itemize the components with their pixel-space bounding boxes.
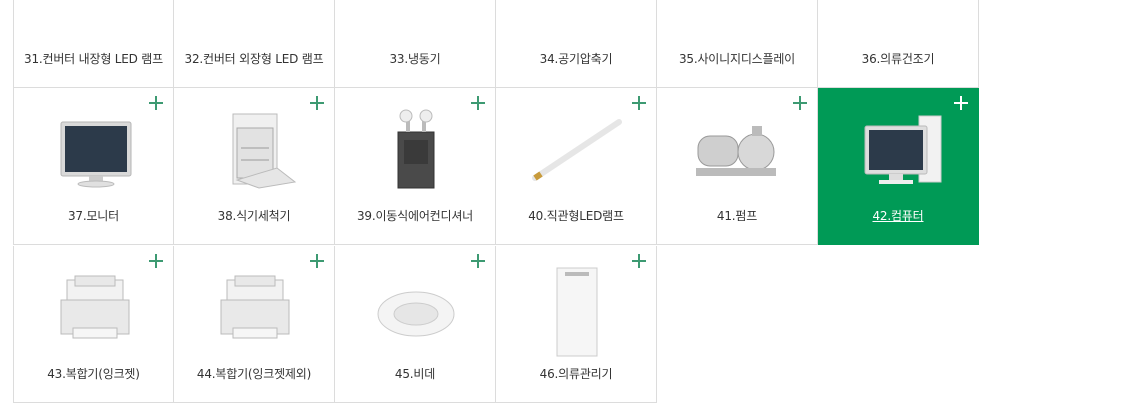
product-label: 39.이동식에어컨디셔너: [356, 209, 474, 223]
plus-icon[interactable]: [471, 96, 485, 110]
product-card-43[interactable]: 43.복합기(잉크젯): [13, 246, 174, 403]
printer-icon: [220, 275, 290, 339]
product-card-33[interactable]: 33.냉동기: [335, 0, 496, 88]
product-label: 46.의류관리기: [539, 367, 613, 381]
product-label: 40.직관형LED램프: [528, 209, 624, 223]
product-card-36[interactable]: 36.의류건조기: [818, 0, 979, 88]
product-card-35[interactable]: 35.사이니지디스플레이: [657, 0, 818, 88]
product-label: 36.의류건조기: [861, 52, 935, 66]
product-card-31[interactable]: 31.컨버터 내장형 LED 램프: [13, 0, 174, 88]
product-card-39[interactable]: 39.이동식에어컨디셔너: [335, 88, 496, 245]
product-card-38[interactable]: 38.식기세척기: [174, 88, 335, 245]
plus-icon[interactable]: [793, 96, 807, 110]
product-label: 32.컨버터 외장형 LED 램프: [184, 52, 324, 66]
plus-icon[interactable]: [632, 254, 646, 268]
product-card-44[interactable]: 44.복합기(잉크젯제외): [174, 246, 335, 403]
product-label: 38.식기세척기: [217, 209, 291, 223]
product-card-46[interactable]: 46.의류관리기: [496, 246, 657, 403]
plus-icon[interactable]: [632, 96, 646, 110]
plus-icon[interactable]: [149, 96, 163, 110]
portable-ac-icon: [397, 109, 435, 189]
plus-icon[interactable]: [471, 254, 485, 268]
product-card-37[interactable]: 37.모니터: [13, 88, 174, 245]
product-card-41[interactable]: 41.펌프: [657, 88, 818, 245]
product-label: 43.복합기(잉크젯): [47, 367, 140, 381]
pump-icon: [696, 126, 776, 176]
monitor-icon: [60, 121, 131, 188]
product-card-40[interactable]: 40.직관형LED램프: [496, 88, 657, 245]
dishwasher-icon: [232, 113, 297, 189]
product-card-42[interactable]: 42.컴퓨터: [818, 88, 979, 245]
product-label: 44.복합기(잉크젯제외): [196, 367, 312, 381]
product-label: 31.컨버터 내장형 LED 램프: [24, 52, 163, 66]
plus-icon[interactable]: [310, 96, 324, 110]
product-label: 34.공기압축기: [539, 52, 613, 66]
product-grid: 31.컨버터 내장형 LED 램프 32.컨버터 외장형 LED 램프 33.냉…: [0, 0, 1142, 415]
product-card-34[interactable]: 34.공기압축기: [496, 0, 657, 88]
led-tube-icon: [532, 119, 622, 181]
product-label: 37.모니터: [67, 209, 119, 223]
printer-icon: [60, 275, 129, 339]
plus-icon[interactable]: [149, 254, 163, 268]
computer-icon: [864, 115, 942, 184]
product-label: 41.펌프: [716, 209, 758, 223]
clothes-care-icon: [556, 267, 598, 357]
bidet-icon: [377, 291, 455, 337]
product-card-32[interactable]: 32.컨버터 외장형 LED 램프: [174, 0, 335, 88]
plus-icon[interactable]: [310, 254, 324, 268]
product-card-45[interactable]: 45.비데: [335, 246, 496, 403]
product-label: 45.비데: [394, 367, 436, 381]
product-label: 35.사이니지디스플레이: [678, 52, 796, 66]
product-label: 42.컴퓨터: [872, 209, 924, 223]
plus-icon[interactable]: [954, 96, 968, 110]
product-label: 33.냉동기: [389, 52, 441, 66]
